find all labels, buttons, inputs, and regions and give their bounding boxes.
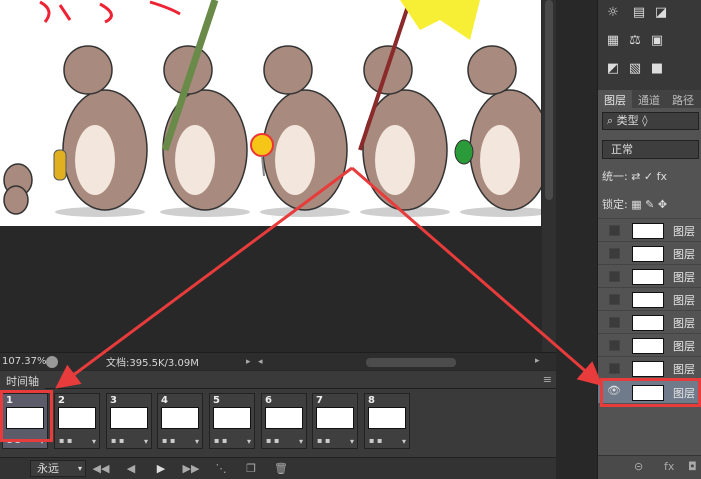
annotation-arrows (55, 166, 603, 389)
photoshop-window: 107.37% 文档:395.5K/3.09M ▸ ◂ ▸ 时间轴 ≡ 1 ▪ … (0, 0, 701, 479)
